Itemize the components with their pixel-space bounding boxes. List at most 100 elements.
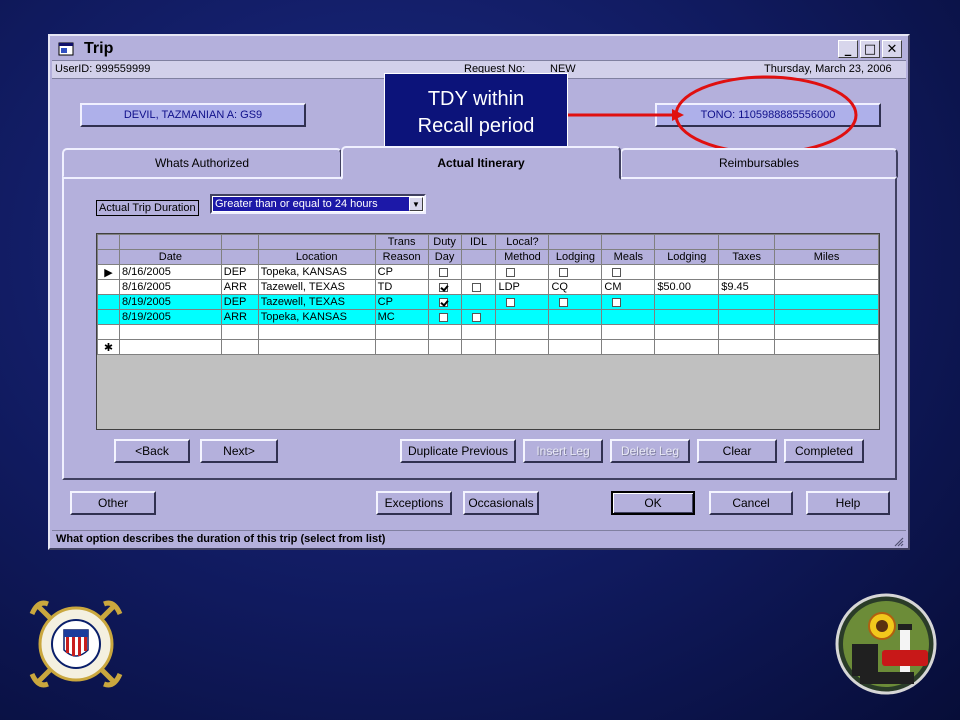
meals-code-cell[interactable] — [601, 264, 656, 280]
ok-button[interactable]: OK — [611, 491, 695, 515]
duty-day-checkbox[interactable] — [438, 297, 448, 307]
reason-cell[interactable]: TD — [374, 279, 429, 295]
tab-reimbursables[interactable]: Reimbursables — [620, 148, 898, 178]
date-cell[interactable]: 8/19/2005 — [118, 309, 222, 325]
tab-whats-authorized[interactable]: Whats Authorized — [62, 148, 342, 178]
idl-cell[interactable] — [460, 294, 497, 310]
table-row[interactable]: 8/19/2005 ARR Topeka, KANSAS MC — [97, 309, 879, 325]
date-cell[interactable]: 8/16/2005 — [118, 264, 222, 280]
grid-cell[interactable] — [257, 324, 376, 340]
type-cell[interactable]: DEP — [220, 294, 259, 310]
grid-cell[interactable] — [718, 324, 776, 340]
lodging-code-cell[interactable] — [548, 264, 603, 280]
type-cell[interactable]: ARR — [220, 309, 259, 325]
date-cell[interactable]: 8/16/2005 — [118, 279, 222, 295]
table-row[interactable]: 8/16/2005 ARR Tazewell, TEXAS TD LDP CQ CM $50.… — [97, 279, 879, 295]
clear-button[interactable]: Clear — [697, 439, 777, 463]
row-selector[interactable]: ✱ — [97, 339, 120, 355]
lodging-amount-cell[interactable] — [654, 294, 720, 310]
taxes-cell[interactable] — [718, 309, 776, 325]
other-button[interactable]: Other — [70, 491, 156, 515]
local-method-cell[interactable] — [495, 309, 550, 325]
idl-cell[interactable] — [460, 309, 497, 325]
row-selector[interactable] — [97, 309, 120, 325]
chevron-down-icon[interactable]: ▼ — [409, 197, 423, 211]
duplicate-previous-button[interactable]: Duplicate Previous — [400, 439, 516, 463]
idl-cell[interactable] — [460, 264, 497, 280]
lodging-amount-cell[interactable] — [654, 309, 720, 325]
grid-cell[interactable] — [601, 324, 656, 340]
grid-cell[interactable] — [427, 339, 462, 355]
insert-leg-button[interactable]: Insert Leg — [523, 439, 603, 463]
grid-cell[interactable] — [654, 339, 720, 355]
miles-cell[interactable] — [774, 294, 879, 310]
duty-day-cell[interactable] — [427, 294, 462, 310]
duty-day-cell[interactable] — [427, 279, 462, 295]
duty-day-checkbox[interactable] — [438, 312, 448, 322]
location-cell[interactable]: Topeka, KANSAS — [257, 264, 376, 280]
tab-actual-itinerary[interactable]: Actual Itinerary — [341, 146, 621, 180]
grid-cell[interactable] — [548, 339, 603, 355]
row-selector[interactable] — [97, 279, 120, 295]
meals-code-cell[interactable]: CM — [601, 279, 656, 295]
location-cell[interactable]: Tazewell, TEXAS — [257, 279, 376, 295]
reason-cell[interactable]: MC — [374, 309, 429, 325]
location-cell[interactable]: Tazewell, TEXAS — [257, 294, 376, 310]
local-method-cell[interactable] — [495, 294, 550, 310]
method-cell[interactable]: LDP — [495, 279, 550, 295]
grid-cell[interactable] — [654, 324, 720, 340]
taxes-cell[interactable]: $9.45 — [718, 279, 776, 295]
duty-day-cell[interactable] — [427, 264, 462, 280]
miles-cell[interactable] — [774, 264, 879, 280]
duty-day-checkbox[interactable] — [438, 267, 448, 277]
grid-cell[interactable] — [460, 339, 497, 355]
lodging-amount-cell[interactable] — [654, 264, 720, 280]
duration-select[interactable]: Greater than or equal to 24 hours ▼ — [210, 194, 426, 214]
lodging-amount-cell[interactable]: $50.00 — [654, 279, 720, 295]
grid-cell[interactable] — [374, 324, 429, 340]
grid-cell[interactable] — [257, 339, 376, 355]
reason-cell[interactable]: CP — [374, 294, 429, 310]
occasionals-button[interactable]: Occasionals — [463, 491, 539, 515]
local-checkbox[interactable] — [506, 267, 516, 277]
exceptions-button[interactable]: Exceptions — [376, 491, 452, 515]
next-button[interactable]: Next> — [200, 439, 278, 463]
taxes-cell[interactable] — [718, 264, 776, 280]
grid-cell[interactable] — [427, 324, 462, 340]
taxes-cell[interactable] — [718, 294, 776, 310]
lodging-code-cell[interactable]: CQ — [548, 279, 603, 295]
lodging-code-cell[interactable] — [548, 294, 603, 310]
grid-cell[interactable] — [774, 324, 879, 340]
type-cell[interactable]: DEP — [220, 264, 259, 280]
reason-cell[interactable]: CP — [374, 264, 429, 280]
lodging-checkbox[interactable] — [559, 267, 569, 277]
duty-day-checkbox[interactable] — [438, 282, 448, 292]
grid-cell[interactable] — [220, 339, 259, 355]
grid-cell[interactable] — [118, 339, 222, 355]
cancel-button[interactable]: Cancel — [709, 491, 793, 515]
help-button[interactable]: Help — [806, 491, 890, 515]
date-cell[interactable]: 8/19/2005 — [118, 294, 222, 310]
grid-cell[interactable] — [374, 339, 429, 355]
meals-checkbox[interactable] — [612, 297, 622, 307]
grid-cell[interactable] — [774, 339, 879, 355]
local-method-cell[interactable] — [495, 264, 550, 280]
local-checkbox[interactable] — [506, 297, 516, 307]
lodging-code-cell[interactable] — [548, 309, 603, 325]
table-row[interactable]: 8/19/2005 DEP Tazewell, TEXAS CP — [97, 294, 879, 310]
type-cell[interactable]: ARR — [220, 279, 259, 295]
table-row[interactable]: ✱ — [97, 339, 879, 355]
grid-cell[interactable] — [718, 339, 776, 355]
row-selector[interactable] — [97, 294, 120, 310]
idl-checkbox[interactable] — [471, 282, 481, 292]
table-row[interactable] — [97, 324, 879, 340]
meals-code-cell[interactable] — [601, 294, 656, 310]
meals-code-cell[interactable] — [601, 309, 656, 325]
idl-cell[interactable] — [460, 279, 497, 295]
lodging-checkbox[interactable] — [559, 297, 569, 307]
miles-cell[interactable] — [774, 309, 879, 325]
grid-cell[interactable] — [118, 324, 222, 340]
grid-cell[interactable] — [495, 339, 550, 355]
grid-cell[interactable] — [495, 324, 550, 340]
miles-cell[interactable] — [774, 279, 879, 295]
